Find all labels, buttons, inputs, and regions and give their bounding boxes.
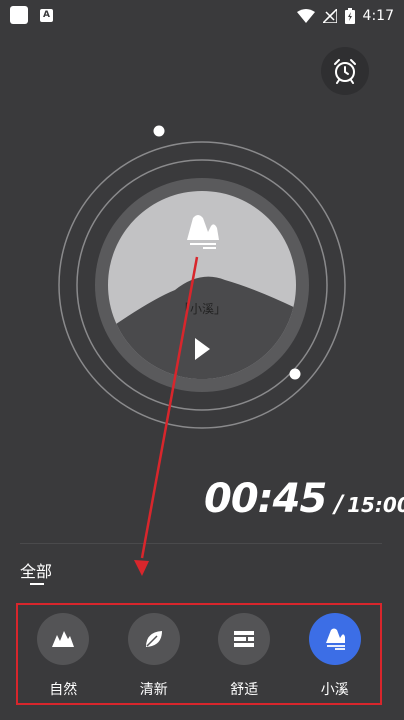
category-circle (218, 613, 271, 665)
category-comfort[interactable]: 舒适 (209, 613, 279, 699)
divider (20, 543, 382, 544)
category-label: 清新 (139, 682, 168, 698)
timer-separator: / (334, 490, 344, 518)
category-circle-active (308, 613, 361, 665)
leaf-icon (145, 631, 162, 647)
category-nature[interactable]: 自然 (28, 613, 98, 699)
track-name: 「小溪」 (177, 302, 226, 316)
mountain-icon (52, 631, 75, 647)
stripes-icon (234, 631, 255, 647)
category-circle (127, 613, 180, 665)
timer-current: 00:45 (204, 476, 327, 522)
category-fresh[interactable]: 清新 (119, 613, 189, 699)
tab-underline (30, 583, 44, 585)
progress-knob-bottom[interactable] (289, 368, 301, 380)
player-dial (58, 125, 346, 429)
category-label: 小溪 (320, 682, 349, 698)
tab-all[interactable]: 全部 (20, 558, 52, 582)
category-stream[interactable]: 小溪 (300, 613, 370, 699)
category-circle (37, 613, 90, 665)
timer-display: 00:45 / 15:00 (204, 476, 404, 522)
category-label: 舒适 (230, 682, 259, 698)
category-label: 自然 (49, 682, 78, 698)
progress-knob-top[interactable] (153, 125, 165, 137)
category-row: 自然 清新 舒适 小溪 (16, 603, 382, 705)
timer-total: 15:00 (347, 493, 404, 517)
stream-icon (325, 628, 345, 650)
